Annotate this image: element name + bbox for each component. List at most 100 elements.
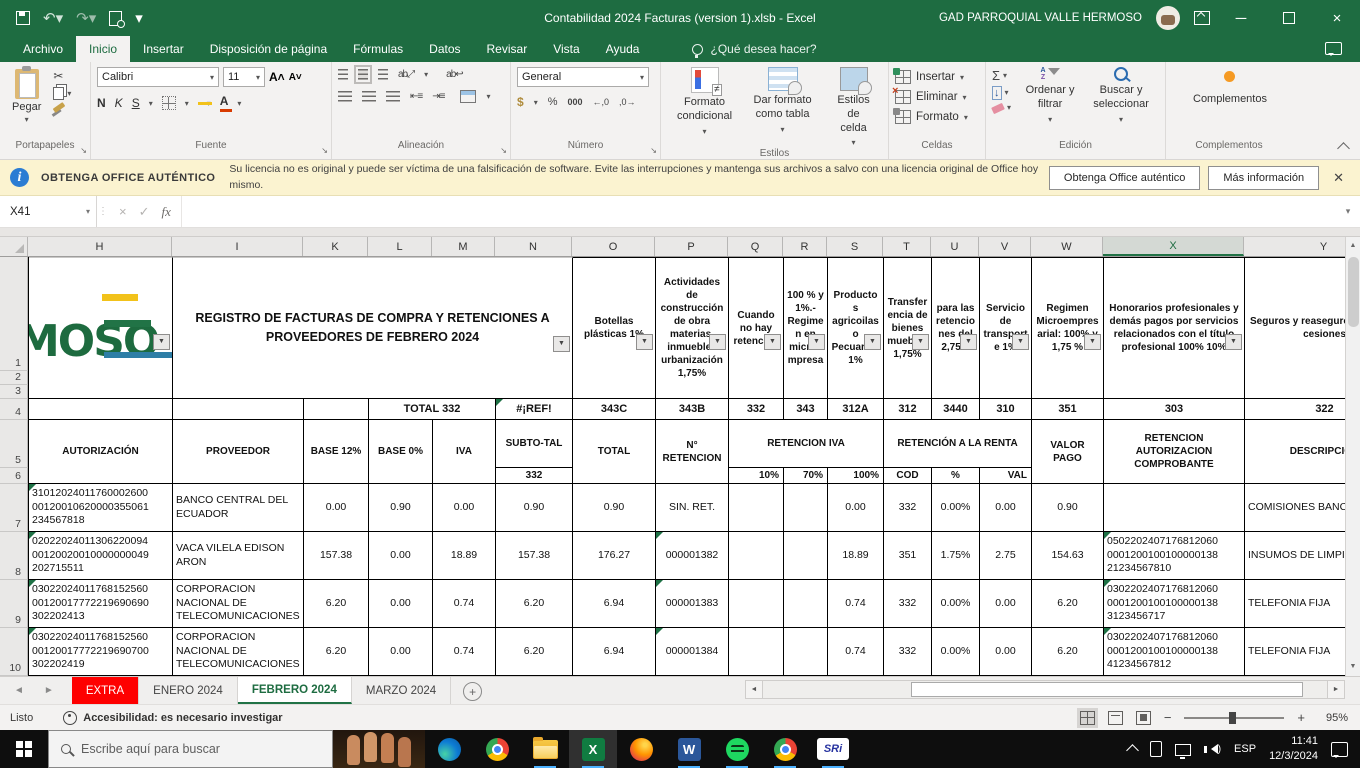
cell-U10[interactable]: 0.00% — [932, 628, 980, 676]
header-subto-tal[interactable]: SUBTO-TAL — [496, 420, 573, 468]
taskbar-app-chrome[interactable] — [473, 730, 521, 768]
zoom-level[interactable]: 95% — [1318, 712, 1348, 724]
print-preview-icon[interactable] — [109, 10, 126, 28]
cell-L7[interactable]: 0.90 — [369, 484, 433, 532]
row-header-9[interactable]: 9 — [0, 580, 28, 628]
row-header-6[interactable]: 6 — [0, 468, 28, 484]
cell-O8[interactable]: 176.27 — [573, 532, 656, 580]
cell-Y8[interactable]: INSUMOS DE LIMPIEZA — [1245, 532, 1345, 580]
taskbar-app-spotify[interactable] — [713, 730, 761, 768]
column-title-U[interactable]: para las retenciones del 2,75% ▼ — [932, 257, 980, 399]
underline-button[interactable]: S — [132, 96, 140, 110]
cell-W9[interactable]: 6.20 — [1032, 580, 1104, 628]
cell-H9[interactable]: 03022024011768152560 0012001777221969069… — [29, 580, 173, 628]
cell-W8[interactable]: 154.63 — [1032, 532, 1104, 580]
font-color-icon[interactable]: A — [219, 94, 232, 112]
cell-M8[interactable]: 18.89 — [433, 532, 496, 580]
cell-row4-empty[interactable] — [173, 399, 304, 420]
comments-icon[interactable] — [1325, 42, 1342, 56]
subheader-10[interactable]: 10% — [729, 468, 784, 484]
cell-row4-empty[interactable] — [29, 399, 173, 420]
cell-R9[interactable] — [784, 580, 828, 628]
subheader-70[interactable]: 70% — [784, 468, 828, 484]
font-dialog-launcher[interactable]: ↘ — [321, 146, 328, 155]
cell-K7[interactable]: 0.00 — [304, 484, 369, 532]
filter-dropdown-T1[interactable]: ▼ — [912, 334, 929, 350]
save-icon[interactable] — [16, 11, 30, 25]
cell-R10[interactable] — [784, 628, 828, 676]
align-middle-icon[interactable] — [354, 65, 372, 84]
decrease-decimal-icon[interactable]: ,0→ — [619, 97, 636, 107]
filter-dropdown-P1[interactable]: ▼ — [709, 334, 726, 350]
column-header-V[interactable]: V — [979, 237, 1031, 256]
column-header-P[interactable]: P — [655, 237, 728, 256]
vertical-scroll-thumb[interactable] — [1348, 257, 1359, 327]
close-button[interactable]: × — [1320, 0, 1354, 36]
column-header-X[interactable]: X — [1103, 237, 1244, 256]
ribbon-tab-vista[interactable]: Vista — [540, 36, 592, 62]
taskbar-search[interactable]: Escribe aquí para buscar — [48, 730, 333, 768]
cell-N10[interactable]: 6.20 — [496, 628, 573, 676]
report-title[interactable]: REGISTRO DE FACTURAS DE COMPRA Y RETENCI… — [173, 257, 573, 399]
column-header-Q[interactable]: Q — [728, 237, 783, 256]
filter-dropdown-U1[interactable]: ▼ — [960, 334, 977, 350]
number-format-combo[interactable]: General ▾ — [517, 67, 649, 87]
sheet-tab-extra[interactable]: EXTRA — [71, 677, 140, 704]
ribbon-tab-revisar[interactable]: Revisar — [474, 36, 541, 62]
cell-M10[interactable]: 0.74 — [433, 628, 496, 676]
logo-cell[interactable]: MOSO ▼ — [29, 257, 173, 399]
column-title-Q[interactable]: Cuando no hay retención ▼ — [729, 257, 784, 399]
cell-I10[interactable]: CORPORACION NACIONAL DE TELECOMUNICACION… — [173, 628, 304, 676]
cell-U7[interactable]: 0.00% — [932, 484, 980, 532]
column-title-S[interactable]: Productos agricoilas o Pecuarios 1% ▼ — [828, 257, 884, 399]
tray-tablet-icon[interactable] — [1149, 741, 1162, 757]
enter-icon[interactable]: ✓ — [139, 204, 150, 220]
conditional-formatting-button[interactable]: Formato condicional▾ — [667, 67, 742, 137]
column-header-R[interactable]: R — [783, 237, 827, 256]
fill-button[interactable]: ↓ ▾ — [992, 86, 1011, 101]
zoom-out-icon[interactable]: − — [1164, 710, 1172, 725]
accounting-format-icon[interactable]: $ — [517, 95, 524, 109]
vertical-scrollbar[interactable]: ▲ ▼ — [1345, 237, 1360, 676]
alignment-dialog-launcher[interactable]: ↘ — [500, 146, 507, 155]
addins-button[interactable]: Complementos — [1183, 67, 1277, 107]
column-header-S[interactable]: S — [827, 237, 883, 256]
ribbon-tab-ayuda[interactable]: Ayuda — [593, 36, 653, 62]
cell-row4-343[interactable]: 343 — [784, 399, 828, 420]
cell-W7[interactable]: 0.90 — [1032, 484, 1104, 532]
filter-dropdown-V1[interactable]: ▼ — [1012, 334, 1029, 350]
header-base-0[interactable]: BASE 0% — [369, 420, 433, 484]
filter-dropdown-R1[interactable]: ▼ — [808, 334, 825, 350]
align-center-icon[interactable] — [362, 91, 376, 102]
cell-L8[interactable]: 0.00 — [369, 532, 433, 580]
horizontal-scroll-thumb[interactable] — [911, 682, 1303, 697]
cell-L9[interactable]: 0.00 — [369, 580, 433, 628]
sort-filter-button[interactable]: AZ Ordenar y filtrar ▾ — [1019, 67, 1081, 125]
cell-row4-332[interactable]: 332 — [729, 399, 784, 420]
filter-dropdown-Q1[interactable]: ▼ — [764, 334, 781, 350]
font-size-combo[interactable]: 11 ▾ — [223, 67, 265, 87]
format-as-table-button[interactable]: Dar formato como tabla ▾ — [742, 67, 823, 135]
taskbar-app-word[interactable]: W — [665, 730, 713, 768]
cell-O10[interactable]: 6.94 — [573, 628, 656, 676]
zoom-in-icon[interactable]: + — [1297, 710, 1305, 725]
column-title-O[interactable]: Botellas plásticas 1% ▼ — [573, 257, 656, 399]
cell-K10[interactable]: 6.20 — [304, 628, 369, 676]
paste-button[interactable]: Pegar ▾ — [6, 66, 47, 126]
ribbon-tab-inicio[interactable]: Inicio — [76, 36, 131, 62]
row-header-2[interactable]: 2 — [0, 371, 28, 385]
header-iva[interactable]: IVA — [433, 420, 496, 484]
taskbar-app-chrome2[interactable] — [761, 730, 809, 768]
cell-P7[interactable]: SIN. RET. — [656, 484, 729, 532]
delete-cells-button[interactable]: Eliminar▾ — [892, 85, 967, 104]
decrease-indent-icon[interactable]: ⇤≡ — [410, 91, 423, 102]
cell-row4-3440[interactable]: 3440 — [932, 399, 980, 420]
scroll-down-icon[interactable]: ▼ — [1346, 658, 1360, 675]
row-header-7[interactable]: 7 — [0, 484, 28, 532]
zoom-slider-thumb[interactable] — [1229, 711, 1237, 724]
restore-button[interactable] — [1272, 0, 1306, 36]
insert-function-icon[interactable]: fx — [162, 204, 171, 220]
cell-row4-312[interactable]: 312 — [884, 399, 932, 420]
cell-Y10[interactable]: TELEFONIA FIJA — [1245, 628, 1345, 676]
expand-formula-bar-icon[interactable]: ▾ — [1336, 196, 1360, 227]
